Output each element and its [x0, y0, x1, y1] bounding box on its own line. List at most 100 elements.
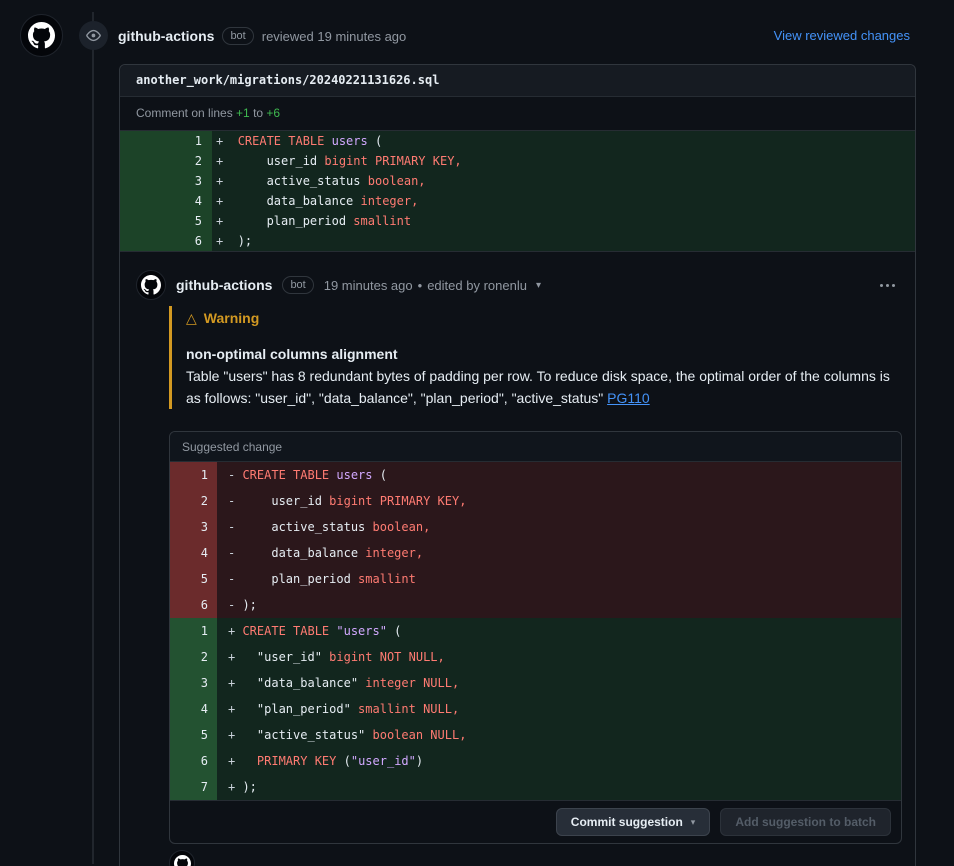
- diff-line: 6- );: [170, 592, 901, 618]
- code-line: - );: [217, 592, 901, 618]
- code-line: - plan_period smallint: [217, 566, 901, 592]
- diff-line: 4- data_balance integer,: [170, 540, 901, 566]
- warning-triangle-icon: △: [186, 308, 197, 328]
- review-action-text: reviewed 19 minutes ago: [262, 29, 407, 44]
- line-number: 4: [120, 191, 212, 211]
- comment-meta[interactable]: 19 minutes ago • edited by ronenlu ▾: [324, 278, 541, 293]
- file-path-header[interactable]: another_work/migrations/20240221131626.s…: [120, 65, 915, 97]
- review-eye-icon: [79, 21, 108, 50]
- suggested-change-block: Suggested change 1- CREATE TABLE users (…: [169, 431, 902, 844]
- code-line: + );: [212, 231, 915, 251]
- line-number: 6: [120, 231, 212, 251]
- github-actions-avatar[interactable]: [20, 14, 63, 57]
- octocat-icon: [141, 275, 161, 295]
- line-number: 5: [170, 566, 217, 592]
- line-number: 7: [170, 774, 217, 800]
- comment-lines-prefix: Comment on lines: [136, 106, 236, 120]
- comment-lines-bar: Comment on lines +1 to +6: [120, 97, 915, 131]
- line-number: 2: [120, 151, 212, 171]
- meta-separator: •: [418, 278, 423, 293]
- code-line: - CREATE TABLE users (: [217, 462, 901, 488]
- dropdown-caret-icon[interactable]: ▾: [691, 817, 696, 828]
- add-suggestion-label: Add suggestion to batch: [735, 815, 876, 829]
- code-line: + PRIMARY KEY ("user_id"): [217, 748, 901, 774]
- kebab-menu-icon[interactable]: [876, 280, 899, 291]
- diff-line: 4+ "plan_period" smallint NULL,: [170, 696, 901, 722]
- comment-timestamp[interactable]: 19 minutes ago: [324, 278, 413, 293]
- line-range-start: +1: [236, 106, 250, 120]
- diff-line: 5- plan_period smallint: [170, 566, 901, 592]
- bot-comment: github-actions bot 19 minutes ago • edit…: [120, 252, 915, 866]
- review-author[interactable]: github-actions: [118, 28, 214, 44]
- warning-block: △ Warning non-optimal columns alignment …: [169, 306, 902, 409]
- view-reviewed-changes-link[interactable]: View reviewed changes: [774, 28, 910, 43]
- bot-badge: bot: [222, 27, 253, 45]
- comment-author[interactable]: github-actions: [176, 277, 272, 293]
- line-number: 5: [170, 722, 217, 748]
- code-line: - active_status boolean,: [217, 514, 901, 540]
- line-number: 2: [170, 644, 217, 670]
- diff-line: 6+ );: [120, 231, 915, 251]
- line-number: 1: [120, 131, 212, 151]
- code-line: + "user_id" bigint NOT NULL,: [217, 644, 901, 670]
- line-number: 3: [170, 514, 217, 540]
- code-line: + );: [217, 774, 901, 800]
- diff-line: 6+ PRIMARY KEY ("user_id"): [170, 748, 901, 774]
- diff-line: 3+ active_status boolean,: [120, 171, 915, 191]
- chevron-down-icon[interactable]: ▾: [536, 280, 541, 291]
- line-number: 4: [170, 540, 217, 566]
- bot-badge: bot: [282, 276, 313, 294]
- line-number: 6: [170, 748, 217, 774]
- code-line: - data_balance integer,: [217, 540, 901, 566]
- suggested-change-header: Suggested change: [170, 432, 901, 462]
- warning-text: Table "users" has 8 redundant bytes of p…: [186, 366, 902, 409]
- diff-line: 3- active_status boolean,: [170, 514, 901, 540]
- file-path[interactable]: another_work/migrations/20240221131626.s…: [136, 73, 439, 87]
- comment-author-avatar[interactable]: [136, 270, 166, 300]
- warning-label-text: Warning: [204, 308, 259, 328]
- line-number: 1: [170, 618, 217, 644]
- diff-line: 2+ user_id bigint PRIMARY KEY,: [120, 151, 915, 171]
- line-number: 4: [170, 696, 217, 722]
- code-line: + data_balance integer,: [212, 191, 915, 211]
- comment-header: github-actions bot 19 minutes ago • edit…: [136, 270, 899, 300]
- code-line: + "plan_period" smallint NULL,: [217, 696, 901, 722]
- line-number: 3: [170, 670, 217, 696]
- diff-line: 4+ data_balance integer,: [120, 191, 915, 211]
- line-number: 5: [120, 211, 212, 231]
- code-line: - user_id bigint PRIMARY KEY,: [217, 488, 901, 514]
- line-number: 1: [170, 462, 217, 488]
- comment-body: △ Warning non-optimal columns alignment …: [169, 306, 902, 866]
- line-number: 3: [120, 171, 212, 191]
- suggestion-deleted-code: 1- CREATE TABLE users (2- user_id bigint…: [170, 462, 901, 618]
- commit-suggestion-button[interactable]: Commit suggestion ▾: [556, 808, 711, 836]
- code-line: + plan_period smallint: [212, 211, 915, 231]
- diff-line: 7+ );: [170, 774, 901, 800]
- octocat-icon: [28, 22, 55, 49]
- pg110-link[interactable]: PG110: [607, 390, 650, 406]
- warning-label: △ Warning: [186, 306, 902, 328]
- diff-original-code: 1+ CREATE TABLE users (2+ user_id bigint…: [120, 131, 915, 252]
- warning-body: Table "users" has 8 redundant bytes of p…: [186, 368, 890, 406]
- suggestion-added-code: 1+ CREATE TABLE "users" (2+ "user_id" bi…: [170, 618, 901, 800]
- code-line: + "data_balance" integer NULL,: [217, 670, 901, 696]
- diff-line: 2- user_id bigint PRIMARY KEY,: [170, 488, 901, 514]
- code-line: + "active_status" boolean NULL,: [217, 722, 901, 748]
- code-line: + user_id bigint PRIMARY KEY,: [212, 151, 915, 171]
- line-range-end: +6: [266, 106, 280, 120]
- octocat-icon: [174, 855, 191, 866]
- diff-line: 3+ "data_balance" integer NULL,: [170, 670, 901, 696]
- suggestion-footer: Commit suggestion ▾ Add suggestion to ba…: [170, 800, 901, 843]
- diff-line: 1+ CREATE TABLE users (: [120, 131, 915, 151]
- code-line: + CREATE TABLE "users" (: [217, 618, 901, 644]
- diff-line: 5+ plan_period smallint: [120, 211, 915, 231]
- line-number: 2: [170, 488, 217, 514]
- code-line: + CREATE TABLE users (: [212, 131, 915, 151]
- review-thread-card: another_work/migrations/20240221131626.s…: [119, 64, 916, 866]
- add-suggestion-to-batch-button[interactable]: Add suggestion to batch: [720, 808, 891, 836]
- commit-suggestion-label: Commit suggestion: [571, 815, 683, 829]
- comment-lines-mid: to: [250, 106, 267, 120]
- edited-by[interactable]: edited by ronenlu: [427, 278, 527, 293]
- diff-line: 1+ CREATE TABLE "users" (: [170, 618, 901, 644]
- review-header: github-actions bot reviewed 19 minutes a…: [0, 0, 954, 64]
